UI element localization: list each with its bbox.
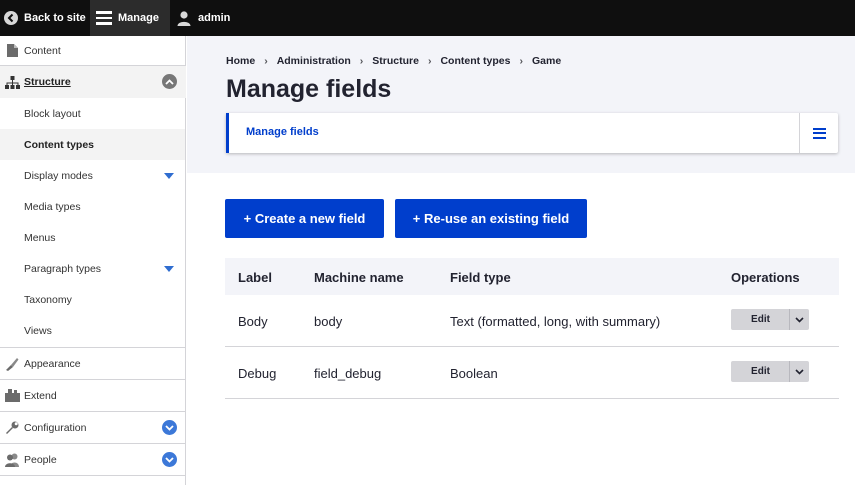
back-to-site-link[interactable]: Back to site <box>0 0 88 36</box>
sidebar-item-people[interactable]: People <box>0 444 186 476</box>
operations-dropbutton: Edit <box>731 361 809 382</box>
tabs-menu-button[interactable] <box>799 113 838 153</box>
column-header-machine-name: Machine name <box>314 270 404 285</box>
hamburger-icon <box>812 127 826 139</box>
sidebar-subitem-label: Block layout <box>24 107 81 120</box>
caret-down-icon[interactable] <box>164 266 174 272</box>
edit-button[interactable]: Edit <box>731 309 790 330</box>
sidebar-item-label: Structure <box>24 76 71 88</box>
cell-machine-name: field_debug <box>314 366 382 381</box>
active-tab-indicator <box>226 113 229 153</box>
admin-sidebar: Content Structure Block layout Content t… <box>0 36 186 485</box>
cell-label: Body <box>238 314 268 329</box>
create-new-field-button[interactable]: + Create a new field <box>225 199 384 238</box>
sidebar-subitem-label: Taxonomy <box>24 293 72 306</box>
table-row: Debug field_debug Boolean Edit <box>225 347 839 399</box>
breadcrumb-link-structure[interactable]: Structure <box>372 55 419 67</box>
sidebar-item-structure[interactable]: Structure <box>0 66 186 98</box>
sidebar-subitem-views[interactable]: Views <box>0 315 185 346</box>
sidebar-subitem-label: Menus <box>24 231 56 244</box>
breadcrumb: Home › Administration › Structure › Content ty… <box>226 55 561 67</box>
reuse-existing-field-button[interactable]: + Re-use an existing field <box>395 199 587 238</box>
sidebar-item-extend[interactable]: Extend <box>0 380 186 412</box>
cell-label: Debug <box>238 366 277 381</box>
page-title: Manage fields <box>226 75 392 103</box>
user-label: admin <box>198 12 231 24</box>
sidebar-subitem-label: Media types <box>24 200 81 213</box>
sidebar-subitem-paragraph-types[interactable]: Paragraph types <box>0 253 185 284</box>
breadcrumb-separator-icon: › <box>519 55 523 67</box>
chevron-down-icon <box>795 368 804 375</box>
manage-tab[interactable]: Manage <box>90 0 170 36</box>
puzzle-icon <box>4 388 20 404</box>
sidebar-item-label: People <box>24 453 57 466</box>
sidebar-subitem-label: Display modes <box>24 169 93 182</box>
chevron-down-icon[interactable] <box>162 452 177 467</box>
people-icon <box>4 452 20 468</box>
brush-icon <box>4 356 20 372</box>
primary-tabs: Manage fields <box>226 113 838 153</box>
document-icon <box>4 43 20 59</box>
sidebar-item-configuration[interactable]: Configuration <box>0 412 186 444</box>
operations-dropbutton: Edit <box>731 309 809 330</box>
sidebar-subitem-display-modes[interactable]: Display modes <box>0 160 185 191</box>
hamburger-icon <box>96 11 112 25</box>
back-to-site-label: Back to site <box>24 12 86 24</box>
breadcrumb-separator-icon: › <box>264 55 268 67</box>
breadcrumb-link-content-types[interactable]: Content types <box>440 55 510 67</box>
breadcrumb-link-game[interactable]: Game <box>532 55 561 67</box>
back-arrow-icon <box>4 11 18 25</box>
wrench-icon <box>4 420 20 436</box>
tab-manage-fields[interactable]: Manage fields <box>246 126 319 138</box>
sidebar-item-content[interactable]: Content <box>0 36 186 66</box>
table-row: Body body Text (formatted, long, with su… <box>225 295 839 347</box>
sidebar-subitem-label: Content types <box>24 138 95 151</box>
sidebar-item-label: Appearance <box>24 357 81 370</box>
admin-toolbar: Back to site Manage admin <box>0 0 855 36</box>
sidebar-subitem-menus[interactable]: Menus <box>0 222 185 253</box>
sidebar-item-label: Content <box>24 44 61 57</box>
breadcrumb-separator-icon: › <box>359 55 364 67</box>
sidebar-subitem-taxonomy[interactable]: Taxonomy <box>0 284 185 315</box>
fields-table-header: Label Machine name Field type Operations <box>225 258 839 295</box>
dropbutton-toggle[interactable] <box>789 361 809 382</box>
sitemap-icon <box>4 74 20 90</box>
sidebar-subitem-block-layout[interactable]: Block layout <box>0 98 185 129</box>
edit-button[interactable]: Edit <box>731 361 790 382</box>
column-header-operations: Operations <box>731 270 800 285</box>
sidebar-item-label: Configuration <box>24 421 87 434</box>
sidebar-item-label: Extend <box>24 389 57 402</box>
column-header-label: Label <box>238 270 272 285</box>
cell-field-type: Text (formatted, long, with summary) <box>450 314 661 329</box>
user-icon <box>177 11 191 26</box>
sidebar-subitem-label: Views <box>24 324 52 337</box>
sidebar-item-appearance[interactable]: Appearance <box>0 347 186 380</box>
cell-machine-name: body <box>314 314 343 329</box>
chevron-down-icon[interactable] <box>162 420 177 435</box>
breadcrumb-link-home[interactable]: Home <box>226 55 255 67</box>
dropbutton-toggle[interactable] <box>789 309 809 330</box>
sidebar-subitem-label: Paragraph types <box>24 262 102 275</box>
sidebar-subitem-content-types[interactable]: Content types <box>0 129 185 160</box>
sidebar-subitem-media-types[interactable]: Media types <box>0 191 185 222</box>
manage-label: Manage <box>118 12 159 24</box>
chevron-up-icon[interactable] <box>162 74 177 89</box>
column-header-field-type: Field type <box>450 270 511 285</box>
breadcrumb-link-administration[interactable]: Administration <box>277 55 351 67</box>
breadcrumb-separator-icon: › <box>427 55 432 67</box>
chevron-down-icon <box>795 316 804 323</box>
user-tab[interactable]: admin <box>172 0 230 36</box>
caret-down-icon[interactable] <box>164 173 174 179</box>
cell-field-type: Boolean <box>450 366 498 381</box>
